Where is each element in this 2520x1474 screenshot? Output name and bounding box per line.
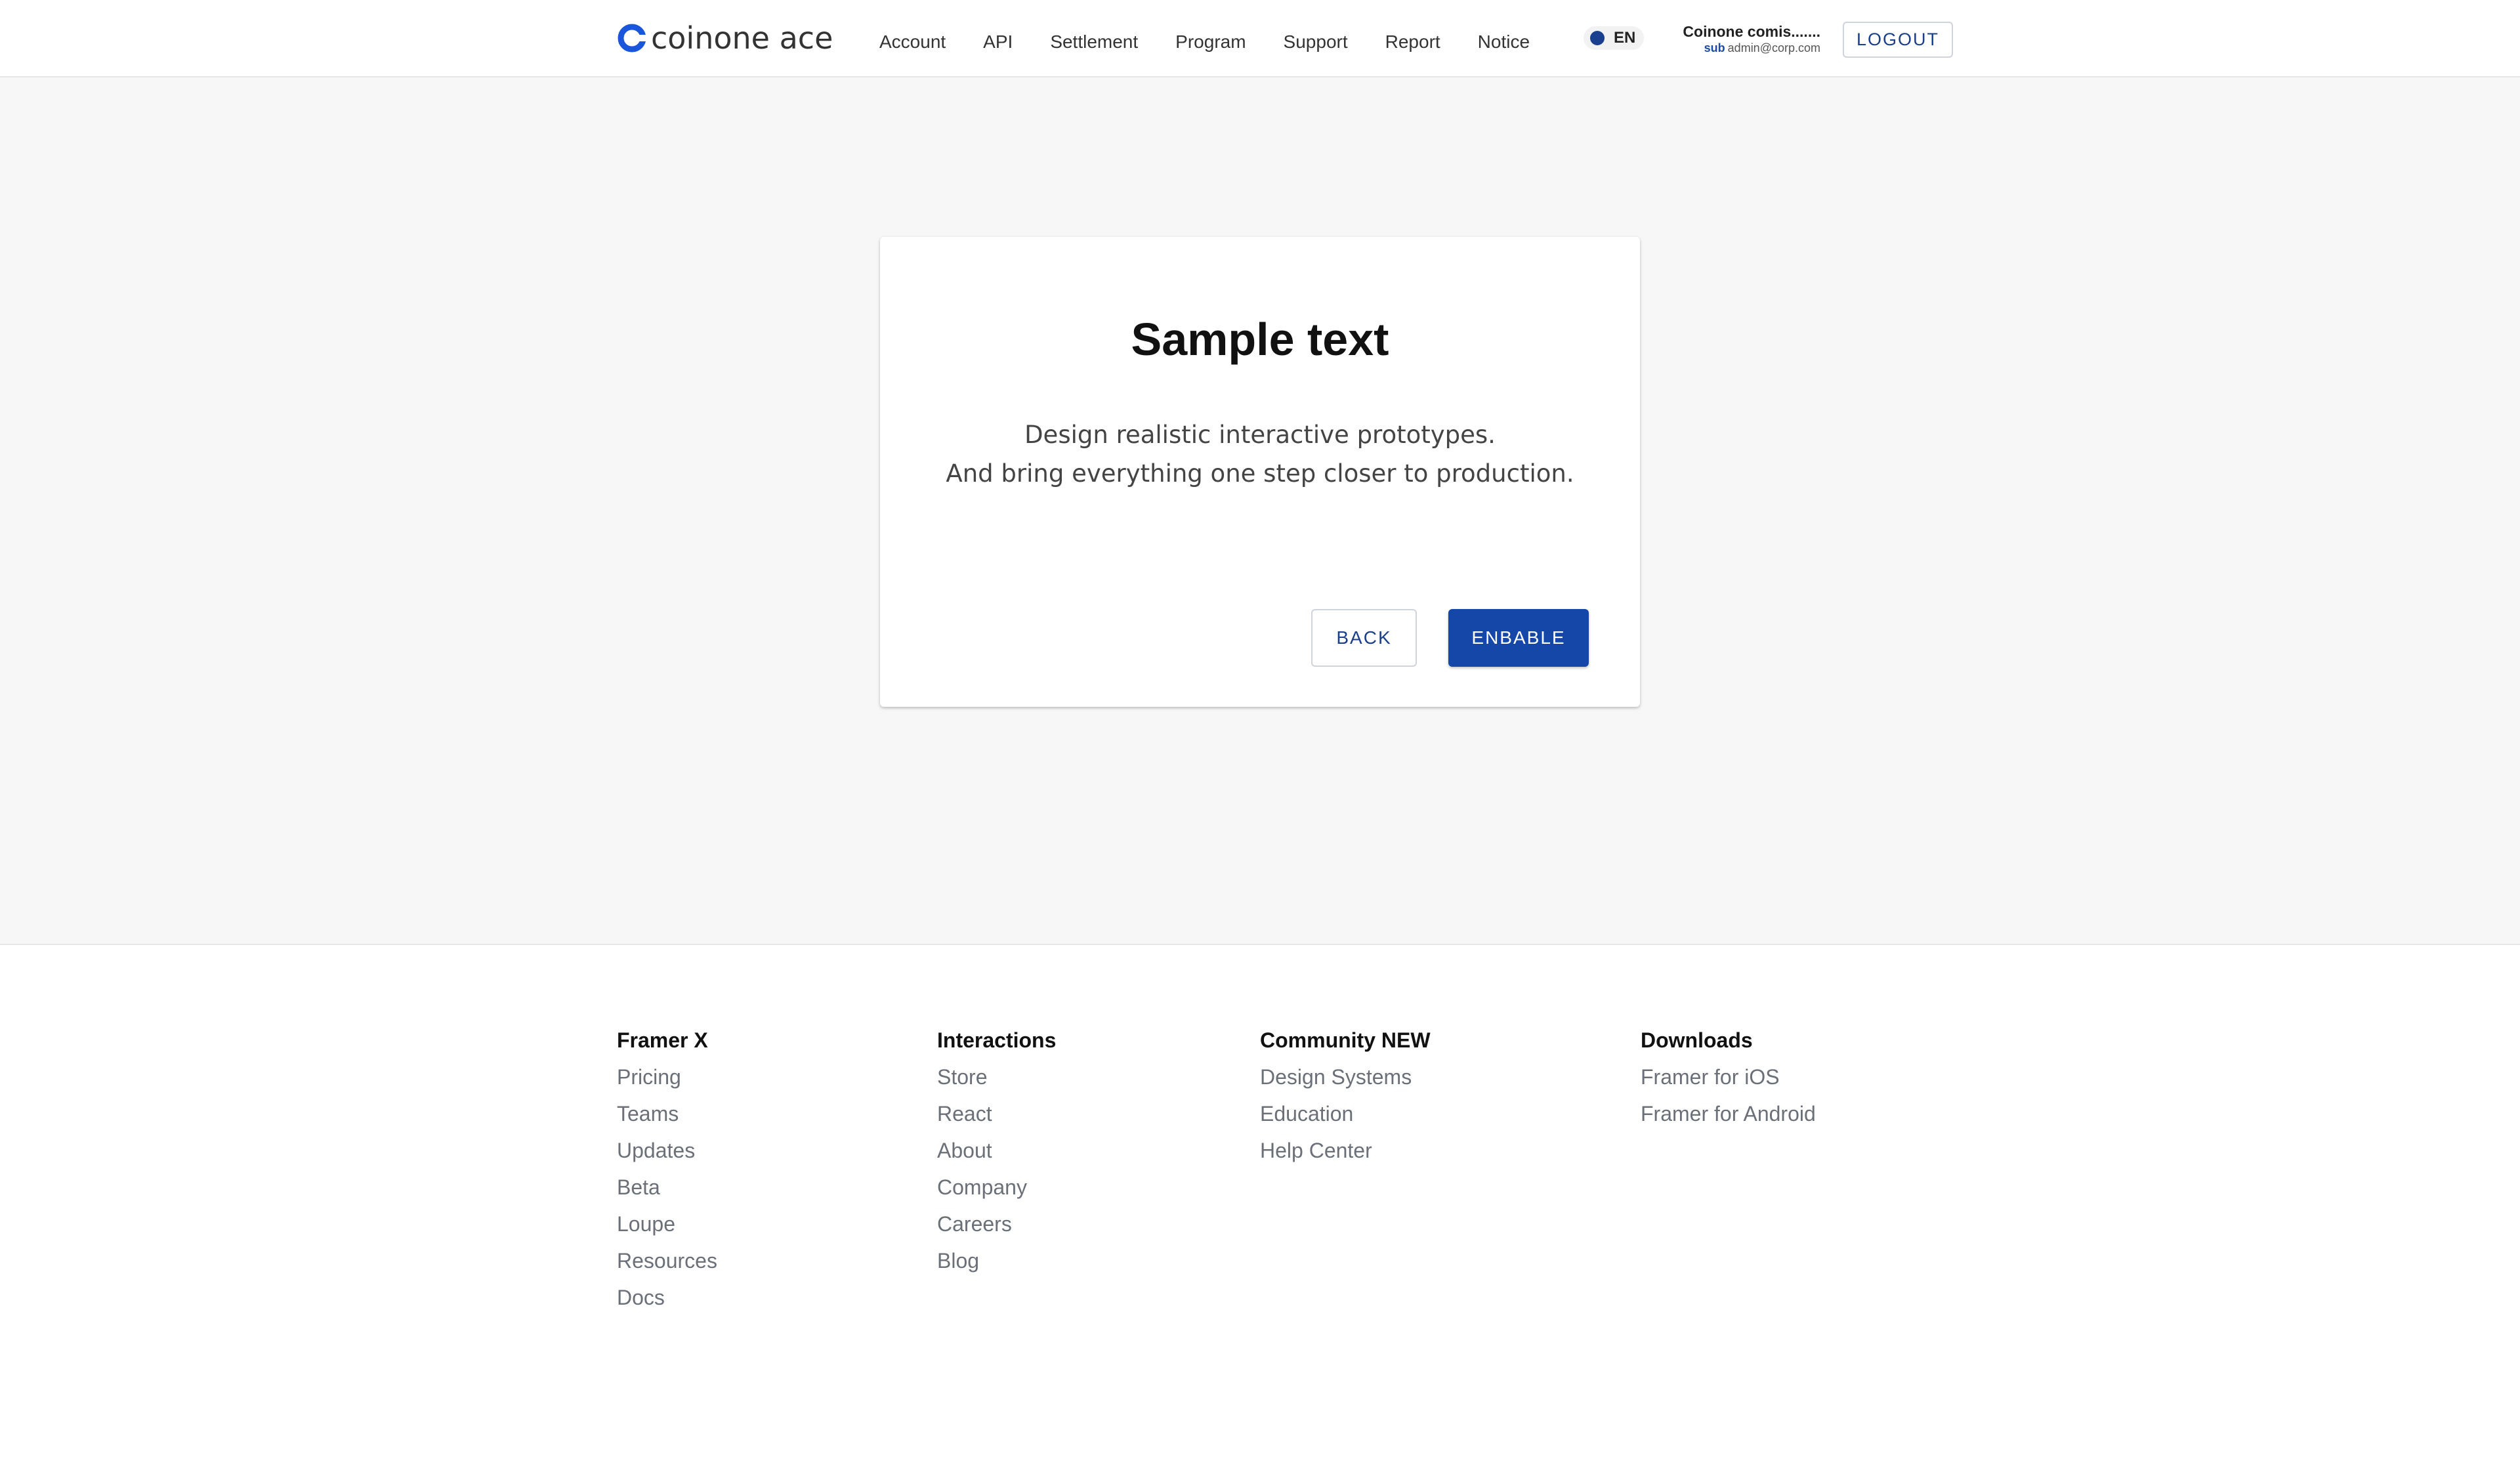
- footer-column-framer-x: Framer X Pricing Teams Updates Beta Loup…: [617, 1022, 717, 1316]
- footer-link-framer-android[interactable]: Framer for Android: [1641, 1095, 1816, 1132]
- footer-link-react[interactable]: React: [937, 1095, 1056, 1132]
- footer-column-interactions: Interactions Store React About Company C…: [937, 1022, 1056, 1279]
- footer-column-downloads: Downloads Framer for iOS Framer for Andr…: [1641, 1022, 1816, 1132]
- language-label: EN: [1614, 29, 1636, 47]
- sub-account-tag: sub: [1704, 41, 1725, 54]
- logout-button[interactable]: LOGOUT: [1843, 22, 1953, 58]
- footer-link-pricing[interactable]: Pricing: [617, 1059, 717, 1095]
- footer-link-design-systems[interactable]: Design Systems: [1260, 1059, 1431, 1095]
- card-body-line-2: And bring everything one step closer to …: [946, 459, 1574, 488]
- enable-button[interactable]: ENBABLE: [1448, 609, 1589, 667]
- footer-link-updates[interactable]: Updates: [617, 1132, 717, 1169]
- language-toggle[interactable]: EN: [1584, 26, 1644, 50]
- nav-item-support[interactable]: Support: [1284, 32, 1348, 53]
- footer-link-education[interactable]: Education: [1260, 1095, 1431, 1132]
- toggle-knob-icon: [1590, 31, 1605, 45]
- footer: Framer X Pricing Teams Updates Beta Loup…: [0, 945, 2520, 1474]
- back-button[interactable]: BACK: [1311, 609, 1417, 667]
- footer-link-help-center[interactable]: Help Center: [1260, 1132, 1431, 1169]
- nav-item-report[interactable]: Report: [1385, 32, 1440, 53]
- card-body-line-1: Design realistic interactive prototypes.: [1024, 421, 1496, 449]
- user-sub-line: sub admin@corp.com: [1666, 41, 1820, 55]
- coinone-logo-icon: [618, 24, 647, 53]
- footer-link-blog[interactable]: Blog: [937, 1242, 1056, 1279]
- footer-link-teams[interactable]: Teams: [617, 1095, 717, 1132]
- footer-heading: Interactions: [937, 1028, 1057, 1052]
- footer-link-company[interactable]: Company: [937, 1169, 1056, 1206]
- footer-heading: Downloads: [1641, 1028, 1753, 1052]
- main-nav: Account API Settlement Program Support R…: [879, 24, 1567, 60]
- user-name: Coinone comis.......: [1683, 23, 1820, 40]
- logo-text: coinone ace: [651, 20, 833, 56]
- dialog-card: Sample text Design realistic interactive…: [880, 237, 1640, 707]
- nav-item-notice[interactable]: Notice: [1478, 32, 1530, 53]
- footer-heading: Community NEW: [1260, 1028, 1431, 1052]
- user-info: Coinone comis....... sub admin@corp.com: [1666, 22, 1820, 55]
- footer-link-docs[interactable]: Docs: [617, 1279, 717, 1316]
- footer-link-about[interactable]: About: [937, 1132, 1056, 1169]
- logo[interactable]: coinone ace: [617, 20, 833, 56]
- footer-column-community: Community NEW Design Systems Education H…: [1260, 1022, 1431, 1169]
- nav-item-settlement[interactable]: Settlement: [1050, 32, 1138, 53]
- footer-link-store[interactable]: Store: [937, 1059, 1056, 1095]
- top-header: coinone ace Account API Settlement Progr…: [0, 0, 2520, 77]
- footer-link-framer-ios[interactable]: Framer for iOS: [1641, 1059, 1816, 1095]
- card-title: Sample text: [1131, 314, 1389, 365]
- footer-link-resources[interactable]: Resources: [617, 1242, 717, 1279]
- footer-link-beta[interactable]: Beta: [617, 1169, 717, 1206]
- card-body: Design realistic interactive prototypes.…: [880, 415, 1640, 493]
- user-email: admin@corp.com: [1727, 41, 1820, 54]
- main-content: Sample text Design realistic interactive…: [0, 77, 2520, 945]
- footer-link-loupe[interactable]: Loupe: [617, 1206, 717, 1242]
- footer-link-careers[interactable]: Careers: [937, 1206, 1056, 1242]
- footer-heading: Framer X: [617, 1028, 708, 1052]
- nav-item-program[interactable]: Program: [1175, 32, 1246, 53]
- nav-item-api[interactable]: API: [983, 32, 1013, 53]
- nav-item-account[interactable]: Account: [879, 32, 946, 53]
